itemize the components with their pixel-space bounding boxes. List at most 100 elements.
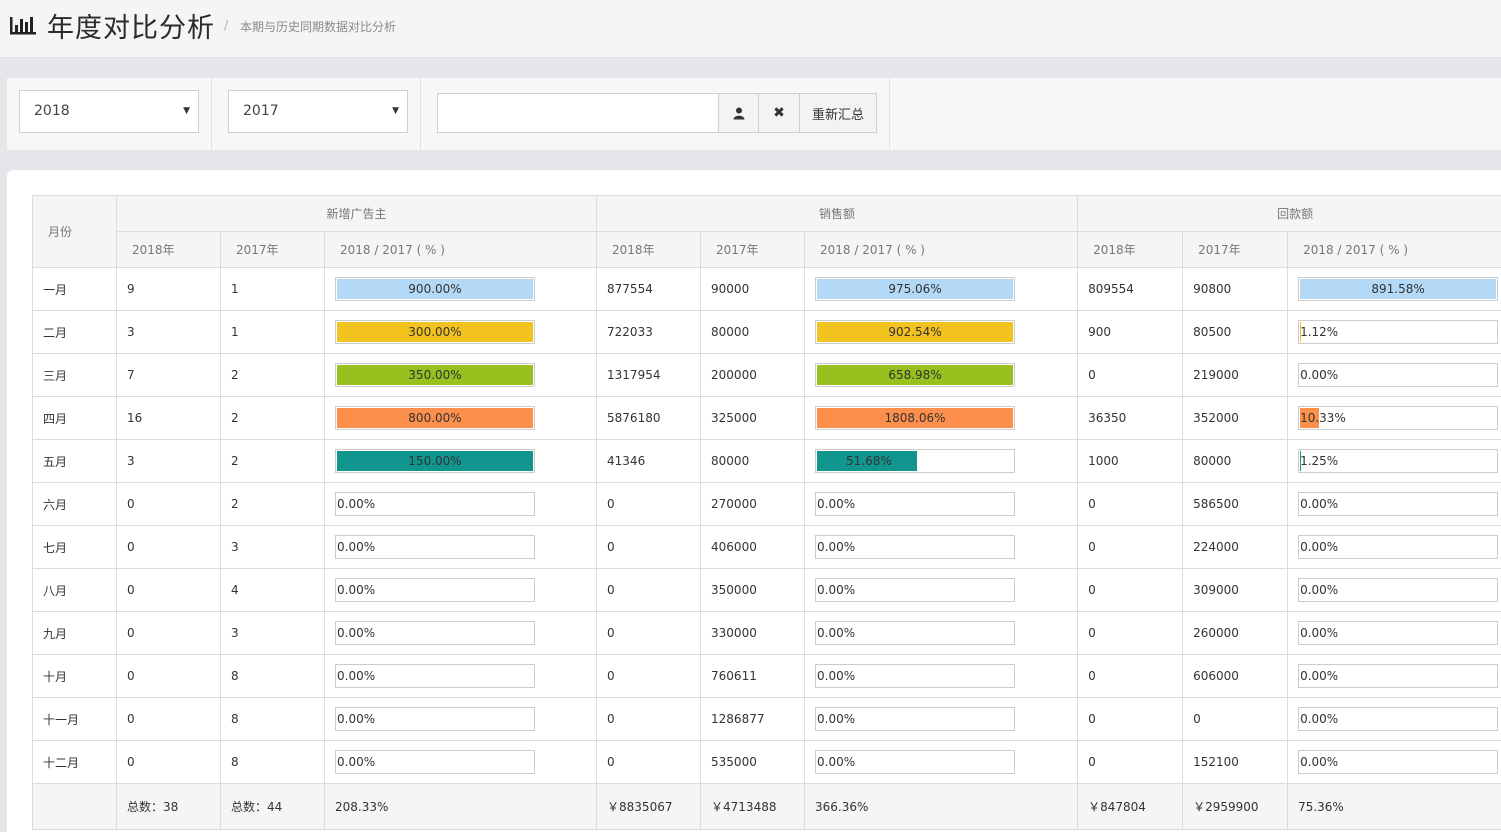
ratio-cell: 658.98% [804,353,1079,397]
value-cell: 0 [596,568,702,612]
user-select-button[interactable] [718,93,759,133]
col-header-ratio: 2018 / 2017 ( % ) [804,231,1079,268]
ratio-progress-bar: 350.00% [335,363,535,387]
value-cell: 1317954 [596,353,702,397]
value-cell: 406000 [700,525,806,569]
ratio-progress-bar: 51.68% [815,449,1016,473]
month-header: 月份 [32,195,117,268]
user-search-input[interactable] [437,93,719,133]
value-cell: 606000 [1182,654,1289,698]
ratio-progress-bar: 1.12% [1298,320,1499,344]
ratio-progress-bar: 0.00% [1298,492,1499,516]
value-cell: 0 [1077,568,1184,612]
ratio-progress-bar: 1808.06% [815,406,1016,430]
ratio-progress-bar: 0.00% [815,535,1016,559]
month-cell: 十月 [32,654,117,698]
col-header-2018: 2018年 [596,231,702,268]
recompute-button[interactable]: 重新汇总 [799,93,877,133]
ratio-cell: 300.00% [323,310,598,354]
ratio-progress-label: 1.12% [1300,325,1339,339]
value-cell: 0 [1077,740,1184,784]
month-cell: 七月 [32,525,117,569]
caret-down-icon: ▼ [183,106,190,116]
value-cell: 0 [596,697,702,741]
ratio-cell: 0.00% [804,482,1079,526]
ratio-progress-label: 900.00% [408,282,462,296]
total-cell: 208.33% [323,783,598,830]
ratio-progress-bar: 0.00% [1298,750,1499,774]
ratio-cell: 0.00% [1287,568,1501,612]
col-header-2017: 2017年 [700,231,806,268]
table-row: 八月 0 4 0.00% 0 350000 0.00% 0 309000 0.00% [32,568,1501,612]
value-cell: 0 [1077,482,1184,526]
ratio-progress-bar: 0.00% [815,621,1016,645]
table-row: 五月 3 2 150.00% 41346 80000 51.68% 1000 80000 1.25… [32,439,1501,483]
col-header-ratio: 2018 / 2017 ( % ) [1287,231,1501,268]
value-cell: 80000 [1182,439,1289,483]
col-header-ratio: 2018 / 2017 ( % ) [323,231,598,268]
year2-select[interactable]: 2017 ▼ [228,90,408,133]
ratio-progress-label: 0.00% [1300,712,1339,726]
ratio-progress-label: 51.68% [846,454,892,468]
ratio-progress-label: 10.33% [1300,411,1346,425]
value-cell: 0 [116,697,221,741]
ratio-progress-label: 902.54% [888,325,942,339]
ratio-cell: 0.00% [804,611,1079,655]
page-header: 年度对比分析 / 本期与历史同期数据对比分析 [0,0,1501,58]
user-icon [733,107,744,119]
month-cell: 二月 [32,310,117,354]
caret-down-icon: ▼ [392,106,399,116]
table-row: 三月 7 2 350.00% 1317954 200000 658.98% 0 219000 0.… [32,353,1501,397]
value-cell: 0 [1077,353,1184,397]
value-cell: 1 [220,310,325,354]
table-row: 十月 0 8 0.00% 0 760611 0.00% 0 606000 0.00% [32,654,1501,698]
ratio-cell: 0.00% [804,568,1079,612]
ratio-progress-bar: 0.00% [815,578,1016,602]
ratio-cell: 0.00% [1287,740,1501,784]
ratio-progress-bar: 0.00% [1298,621,1499,645]
value-cell: 3 [220,611,325,655]
ratio-cell: 350.00% [323,353,598,397]
value-cell: 1 [220,267,325,311]
comparison-table: 月份 新增广告主 销售额 回款额 2018年 2017年 2018 / 2017… [32,195,1501,830]
value-cell: 3 [220,525,325,569]
group-header-payments: 回款额 [1077,195,1501,232]
value-cell: 0 [1077,654,1184,698]
value-cell: 0 [1077,611,1184,655]
close-icon: ✖ [773,105,785,121]
year1-select[interactable]: 2018 ▼ [19,90,199,133]
ratio-progress-bar: 891.58% [1298,277,1499,301]
ratio-progress-label: 1808.06% [884,411,946,425]
ratio-progress-label: 891.58% [1371,282,1425,296]
value-cell: 1286877 [700,697,806,741]
ratio-progress-bar: 0.00% [1298,535,1499,559]
ratio-progress-bar: 0.00% [335,707,535,731]
year2-select-value: 2017 [243,103,279,119]
ratio-progress-label: 300.00% [408,325,462,339]
page-title: 年度对比分析 [47,13,215,44]
ratio-progress-label: 0.00% [817,583,856,597]
month-cell: 一月 [32,267,117,311]
total-cell: 366.36% [804,783,1079,830]
value-cell: 8 [220,740,325,784]
value-cell: 90800 [1182,267,1289,311]
value-cell: 352000 [1182,396,1289,440]
ratio-progress-label: 0.00% [817,712,856,726]
ratio-progress-bar: 0.00% [815,664,1016,688]
table-row: 一月 9 1 900.00% 877554 90000 975.06% 809554 90800… [32,267,1501,311]
ratio-cell: 0.00% [323,482,598,526]
value-cell: 2 [220,353,325,397]
value-cell: 809554 [1077,267,1184,311]
clear-button[interactable]: ✖ [758,93,800,133]
value-cell: 760611 [700,654,806,698]
ratio-cell: 0.00% [1287,611,1501,655]
col-header-2017: 2017年 [220,231,325,268]
month-cell: 三月 [32,353,117,397]
value-cell: 219000 [1182,353,1289,397]
value-cell: 900 [1077,310,1184,354]
ratio-progress-bar: 902.54% [815,320,1016,344]
ratio-cell: 0.00% [323,697,598,741]
ratio-progress-label: 0.00% [817,669,856,683]
total-cell: ￥847804 [1077,783,1184,830]
ratio-cell: 891.58% [1287,267,1501,311]
